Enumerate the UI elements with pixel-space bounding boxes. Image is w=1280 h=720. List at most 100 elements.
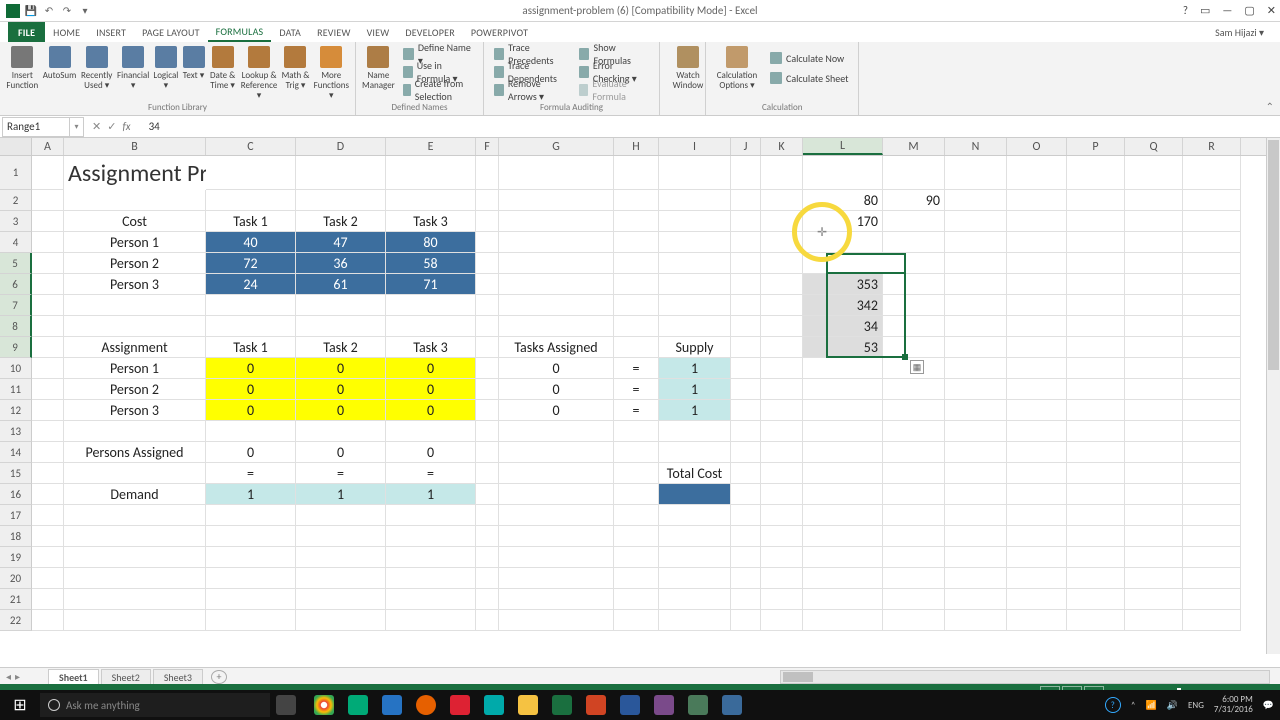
cell-P3[interactable] [1067,211,1125,232]
cell-D4[interactable]: 47 [296,232,386,253]
cell-C13[interactable] [206,421,296,442]
cell-G8[interactable] [499,316,614,337]
cell-C7[interactable] [206,295,296,316]
lookup-ref-button[interactable]: Lookup & Reference ▾ [241,44,278,102]
cell-C20[interactable] [206,568,296,589]
cell-F2[interactable] [476,190,499,211]
cell-E1[interactable] [386,156,476,190]
calculate-now-button[interactable]: Calculate Now [766,50,852,66]
cell-G7[interactable] [499,295,614,316]
cell-A18[interactable] [32,526,64,547]
cell-Q18[interactable] [1125,526,1183,547]
col-header-C[interactable]: C [206,138,296,155]
ribbon-opts-icon[interactable]: ▭ [1200,4,1210,17]
enter-formula-icon[interactable]: ✓ [107,120,116,133]
store-icon[interactable] [342,691,374,719]
cell-N11[interactable] [945,379,1007,400]
col-header-B[interactable]: B [64,138,206,155]
cell-E6[interactable]: 71 [386,274,476,295]
cell-M16[interactable] [883,484,945,505]
cell-H18[interactable] [614,526,659,547]
cell-J6[interactable] [731,274,761,295]
cell-K11[interactable] [761,379,803,400]
cell-F6[interactable] [476,274,499,295]
cell-I6[interactable] [659,274,731,295]
cell-N3[interactable] [945,211,1007,232]
col-header-H[interactable]: H [614,138,659,155]
row-header-18[interactable]: 18 [0,526,32,547]
cell-M5[interactable] [883,253,945,274]
row-header-10[interactable]: 10 [0,358,32,379]
tray-up-icon[interactable]: ˄ [1131,700,1136,711]
cell-B18[interactable] [64,526,206,547]
name-box[interactable]: Range1 [2,117,70,137]
chrome-icon[interactable] [308,691,340,719]
cell-K12[interactable] [761,400,803,421]
cell-Q5[interactable] [1125,253,1183,274]
cell-M11[interactable] [883,379,945,400]
cell-O2[interactable] [1007,190,1067,211]
cell-J9[interactable] [731,337,761,358]
tray-network-icon[interactable]: 📶 [1146,700,1157,711]
cell-M3[interactable] [883,211,945,232]
col-header-Q[interactable]: Q [1125,138,1183,155]
cell-I13[interactable] [659,421,731,442]
cell-H5[interactable] [614,253,659,274]
cell-C2[interactable] [206,190,296,211]
cell-E21[interactable] [386,589,476,610]
cell-N10[interactable] [945,358,1007,379]
cell-E16[interactable]: 1 [386,484,476,505]
cell-I5[interactable] [659,253,731,274]
cell-L6[interactable]: 353 [803,274,883,295]
cell-J8[interactable] [731,316,761,337]
name-manager-button[interactable]: Name Manager [362,44,395,102]
tab-view[interactable]: VIEW [359,22,398,42]
cell-Q10[interactable] [1125,358,1183,379]
cell-A10[interactable] [32,358,64,379]
cell-C15[interactable]: = [206,463,296,484]
cell-N13[interactable] [945,421,1007,442]
watch-window-button[interactable]: Watch Window [666,44,710,102]
cell-A17[interactable] [32,505,64,526]
row-header-16[interactable]: 16 [0,484,32,505]
cell-R17[interactable] [1183,505,1241,526]
cell-H12[interactable]: = [614,400,659,421]
cell-A14[interactable] [32,442,64,463]
cell-R22[interactable] [1183,610,1241,631]
cell-H11[interactable]: = [614,379,659,400]
cell-N17[interactable] [945,505,1007,526]
cell-N6[interactable] [945,274,1007,295]
cell-D3[interactable]: Task 2 [296,211,386,232]
cell-O10[interactable] [1007,358,1067,379]
cell-E20[interactable] [386,568,476,589]
cell-P10[interactable] [1067,358,1125,379]
cell-B12[interactable]: Person 3 [64,400,206,421]
tray-volume-icon[interactable]: 🔊 [1167,700,1178,711]
cell-P16[interactable] [1067,484,1125,505]
cell-J22[interactable] [731,610,761,631]
tab-home[interactable]: HOME [45,22,88,42]
cell-K8[interactable] [761,316,803,337]
horizontal-scrollbar[interactable] [780,670,1270,684]
excel-taskbar-icon[interactable] [546,691,578,719]
cell-B14[interactable]: Persons Assigned [64,442,206,463]
row-header-9[interactable]: 9 [0,337,32,358]
cell-B8[interactable] [64,316,206,337]
cell-L1[interactable] [803,156,883,190]
cell-E7[interactable] [386,295,476,316]
cell-H22[interactable] [614,610,659,631]
autosum-button[interactable]: AutoSum [43,44,77,102]
cell-F18[interactable] [476,526,499,547]
cell-F11[interactable] [476,379,499,400]
cell-F19[interactable] [476,547,499,568]
start-button[interactable]: ⊞ [0,690,40,720]
cell-D13[interactable] [296,421,386,442]
cell-I8[interactable] [659,316,731,337]
cell-J13[interactable] [731,421,761,442]
calculator-icon[interactable] [376,691,408,719]
cell-O19[interactable] [1007,547,1067,568]
cell-D22[interactable] [296,610,386,631]
cell-B22[interactable] [64,610,206,631]
cell-B16[interactable]: Demand [64,484,206,505]
cell-B2[interactable] [64,190,206,211]
